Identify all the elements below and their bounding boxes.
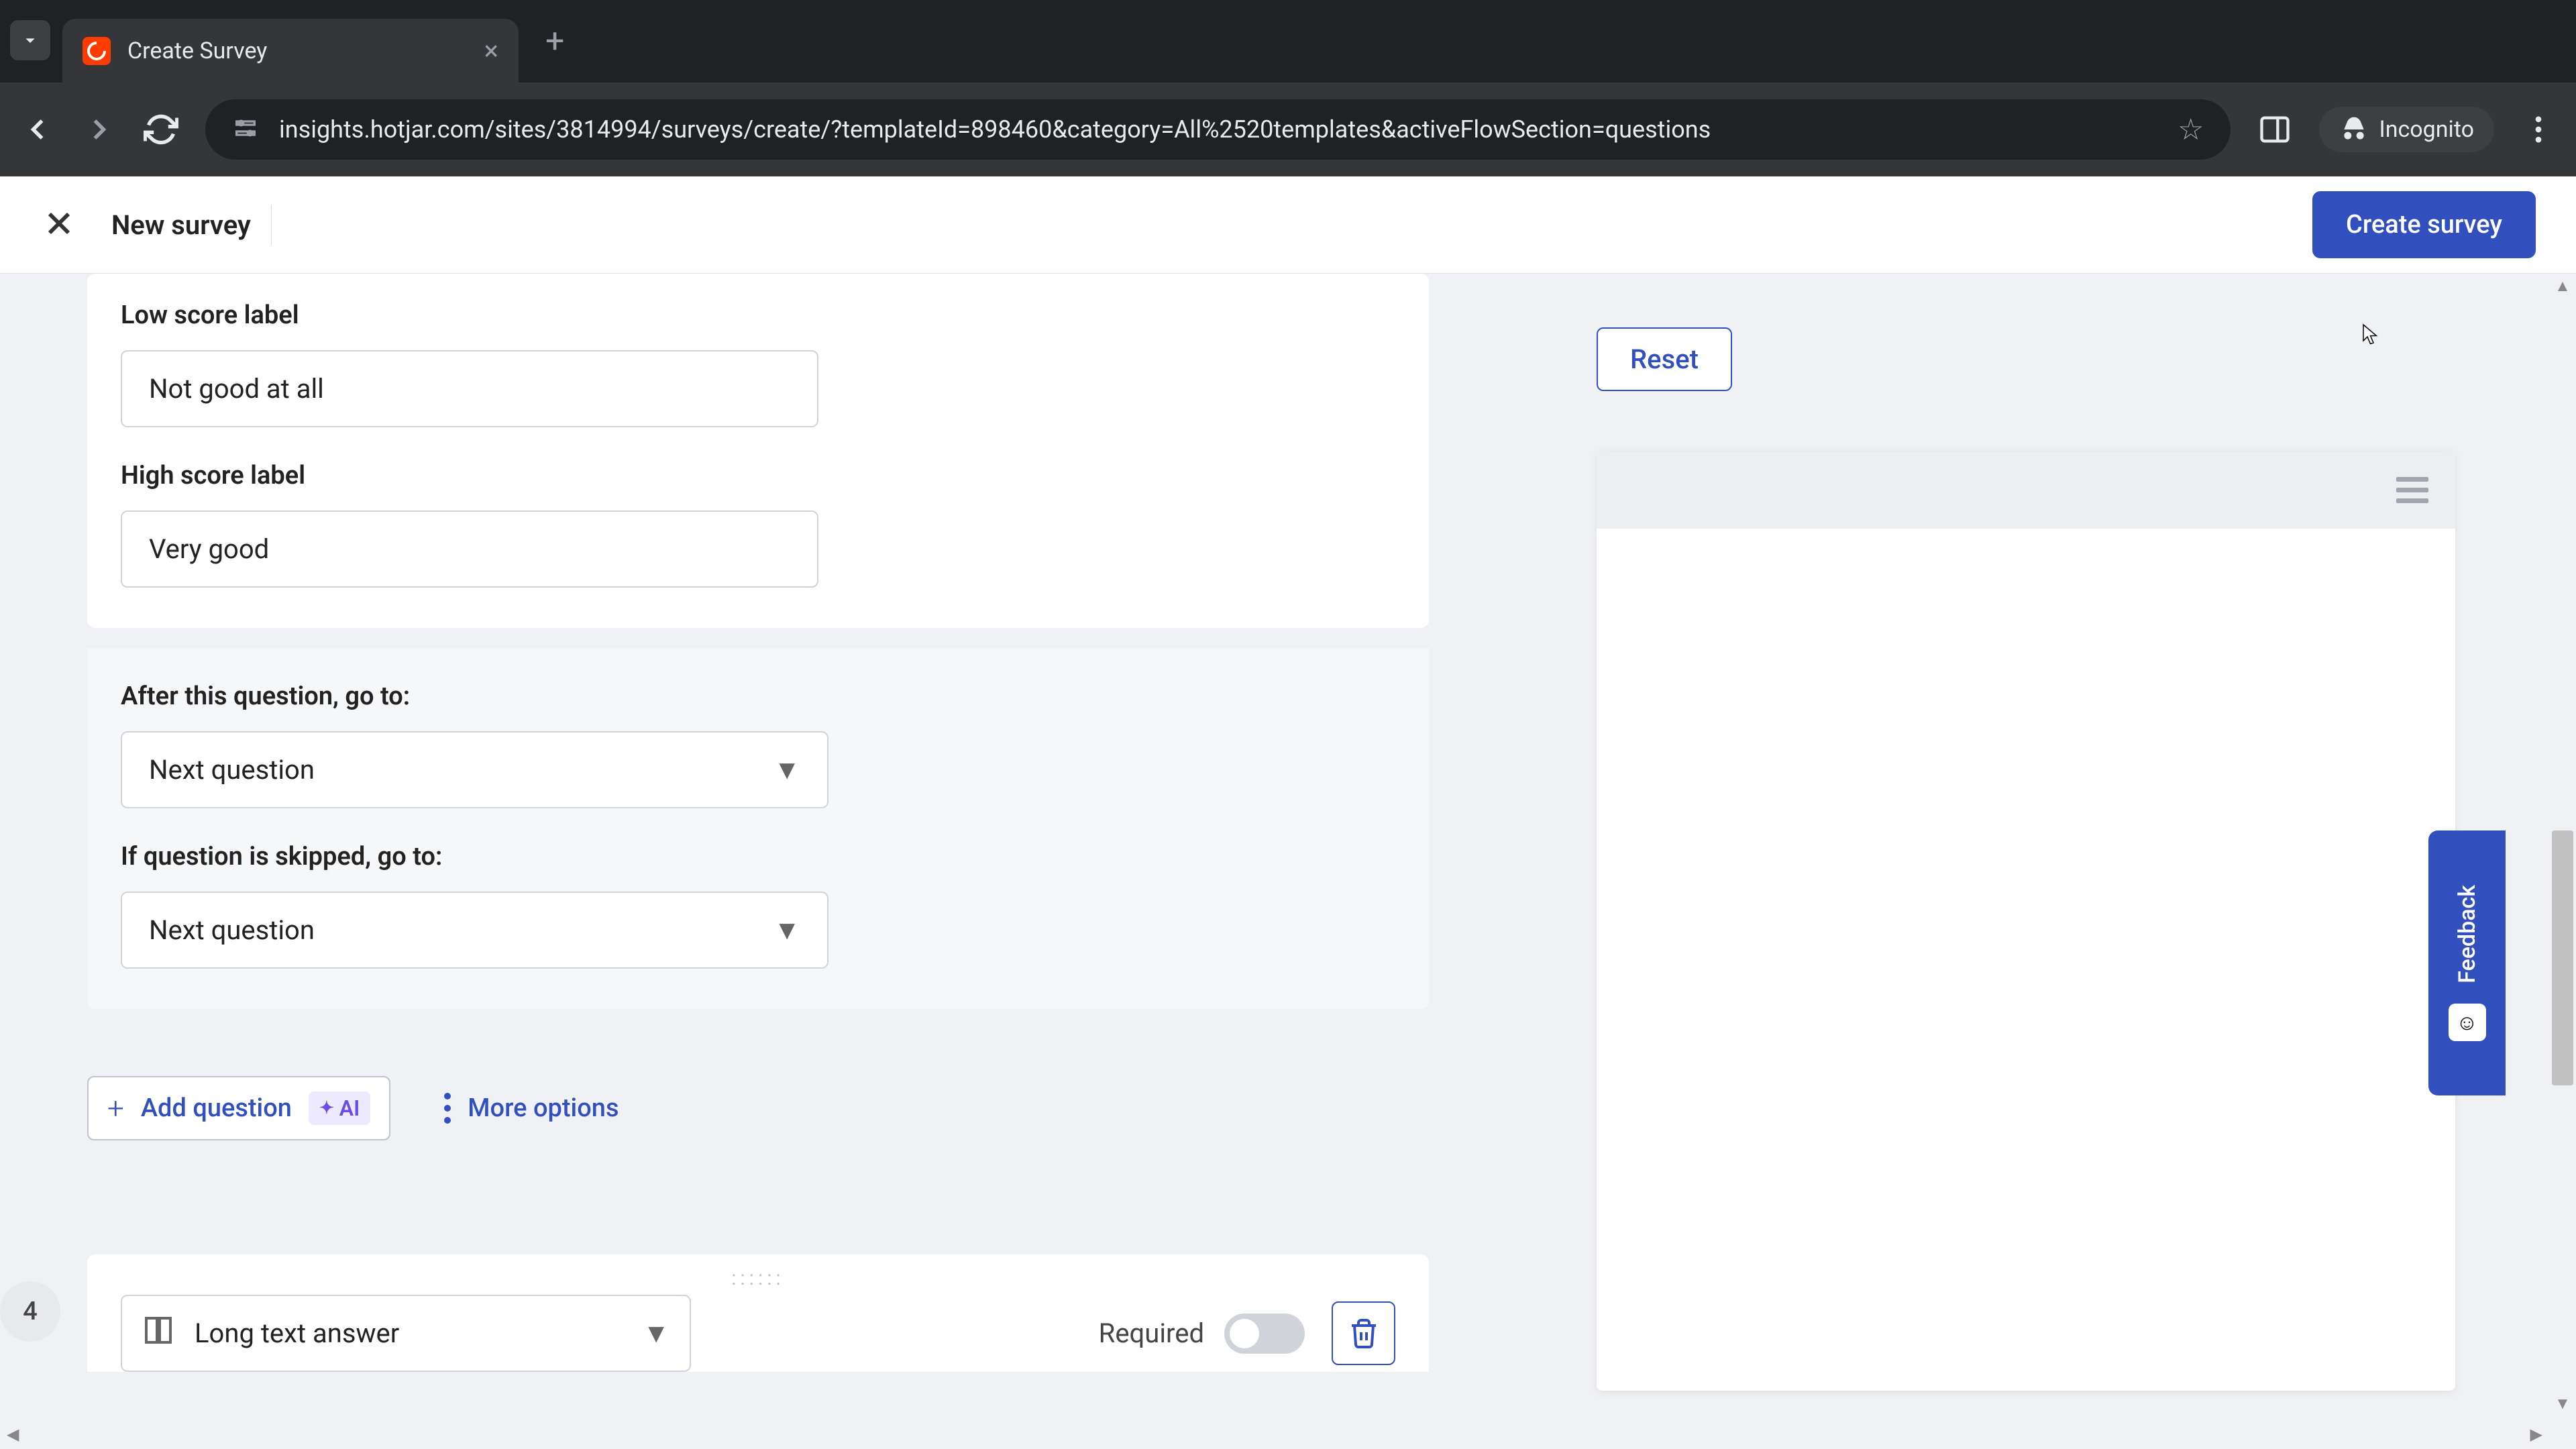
survey-preview — [1597, 451, 2455, 1391]
tab-search-dropdown[interactable] — [10, 20, 50, 60]
preview-column: Reset — [1597, 274, 2455, 1449]
vertical-scrollbar[interactable]: ▲ ▼ — [2549, 274, 2576, 1449]
back-button[interactable] — [20, 112, 55, 147]
scroll-down-arrow[interactable]: ▼ — [2552, 1394, 2573, 1415]
caret-down-icon: ▼ — [773, 914, 800, 946]
question-card-4: 4 :::::: Long text answer ▼ Required — [87, 1254, 1429, 1372]
more-options-button[interactable]: More options — [444, 1093, 619, 1124]
if-skipped-value: Next question — [149, 914, 315, 946]
caret-down-icon: ▼ — [643, 1318, 669, 1349]
incognito-badge[interactable]: Incognito — [2319, 107, 2494, 152]
scroll-right-arrow[interactable]: ▶ — [2530, 1425, 2542, 1444]
horizontal-scrollbar[interactable]: ◀ ▶ — [0, 1419, 2576, 1449]
divider — [271, 205, 272, 245]
required-label: Required — [1099, 1318, 1204, 1349]
address-bar[interactable]: insights.hotjar.com/sites/3814994/survey… — [205, 99, 2231, 160]
if-skipped-select[interactable]: Next question ▼ — [121, 892, 828, 969]
caret-down-icon: ▼ — [773, 754, 800, 786]
browser-nav-bar: insights.hotjar.com/sites/3814994/survey… — [0, 83, 2576, 176]
scroll-thumb[interactable] — [2552, 830, 2573, 1085]
question-type-label: Long text answer — [195, 1318, 399, 1349]
reset-button[interactable]: Reset — [1597, 327, 1732, 391]
url-text: insights.hotjar.com/sites/3814994/survey… — [279, 115, 2157, 144]
browser-menu-icon[interactable] — [2521, 112, 2556, 147]
new-tab-button[interactable]: + — [545, 22, 564, 61]
preview-header — [1597, 451, 2455, 529]
feedback-label: Feedback — [2454, 885, 2481, 983]
browser-tab-strip: Create Survey × + — [0, 0, 2576, 83]
low-score-label: Low score label — [121, 301, 1395, 330]
bookmark-icon[interactable]: ☆ — [2178, 112, 2204, 147]
browser-tab[interactable]: Create Survey × — [62, 19, 519, 83]
editor-column: Low score label High score label After t… — [87, 274, 1429, 1449]
delete-question-button[interactable] — [1332, 1301, 1395, 1365]
side-panel-icon[interactable] — [2257, 112, 2292, 147]
after-question-label: After this question, go to: — [121, 682, 1395, 711]
required-control: Required — [1099, 1313, 1305, 1354]
routing-card: After this question, go to: Next questio… — [87, 648, 1429, 1009]
ai-badge: AI — [309, 1091, 370, 1125]
question-actions-row: + Add question AI More options — [87, 1076, 1429, 1140]
score-labels-card: Low score label High score label — [87, 274, 1429, 628]
scroll-left-arrow[interactable]: ◀ — [7, 1425, 19, 1444]
high-score-label: High score label — [121, 461, 1395, 490]
reload-button[interactable] — [144, 112, 178, 147]
add-question-button[interactable]: + Add question AI — [87, 1076, 390, 1140]
scroll-up-arrow[interactable]: ▲ — [2552, 276, 2573, 298]
app-header: New survey Create survey — [0, 176, 2576, 274]
hotjar-favicon — [83, 37, 111, 65]
incognito-label: Incognito — [2379, 116, 2474, 143]
create-survey-button[interactable]: Create survey — [2312, 191, 2536, 258]
required-toggle[interactable] — [1224, 1313, 1305, 1354]
add-question-label: Add question — [141, 1093, 292, 1123]
drag-handle-icon[interactable]: :::::: — [731, 1267, 785, 1290]
page-title: New survey — [111, 209, 251, 241]
feedback-smiley-icon: ☺ — [2449, 1004, 2486, 1041]
low-score-input[interactable] — [121, 350, 818, 427]
question-number-badge: 4 — [0, 1281, 60, 1342]
tab-close-icon[interactable]: × — [484, 35, 498, 66]
tab-title: Create Survey — [127, 38, 468, 64]
question-type-select[interactable]: Long text answer ▼ — [121, 1295, 691, 1372]
high-score-input[interactable] — [121, 511, 818, 588]
after-question-select[interactable]: Next question ▼ — [121, 731, 828, 808]
hamburger-icon[interactable] — [2396, 477, 2428, 503]
feedback-tab[interactable]: Feedback ☺ — [2428, 830, 2506, 1095]
site-settings-icon[interactable] — [232, 115, 259, 144]
app-content: New survey Create survey Low score label… — [0, 176, 2576, 1449]
more-options-label: More options — [468, 1093, 619, 1123]
long-text-icon — [142, 1314, 174, 1353]
after-question-value: Next question — [149, 754, 315, 786]
plus-icon: + — [107, 1091, 124, 1126]
dots-vertical-icon — [444, 1093, 451, 1124]
close-icon[interactable] — [40, 205, 78, 245]
forward-button — [82, 112, 117, 147]
if-skipped-label: If question is skipped, go to: — [121, 842, 1395, 871]
